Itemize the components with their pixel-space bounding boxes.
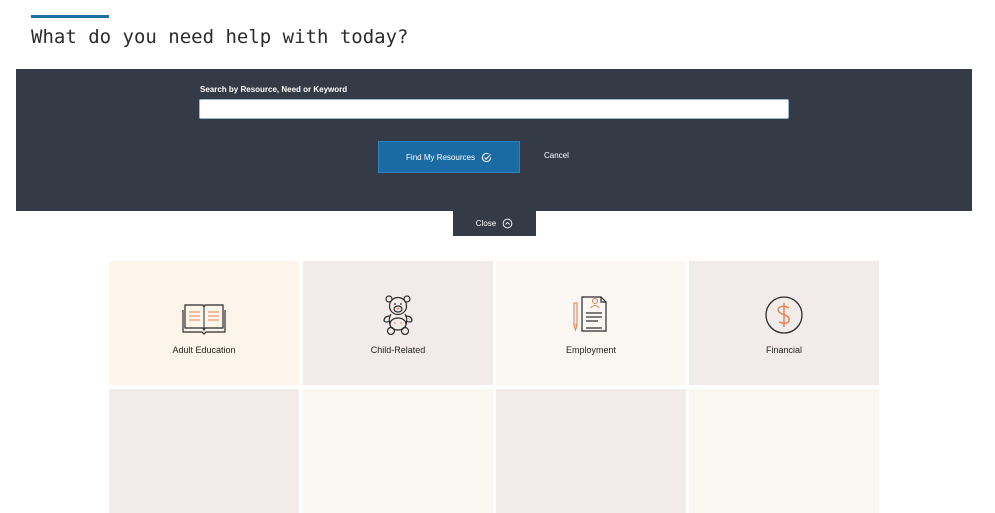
search-label: Search by Resource, Need or Keyword xyxy=(200,85,348,94)
chevron-up-circle-icon xyxy=(502,218,513,229)
search-input[interactable] xyxy=(199,99,789,119)
dollar-coin-icon xyxy=(765,296,803,334)
category-tile-financial[interactable]: Financial xyxy=(689,261,879,385)
category-label: Financial xyxy=(765,345,803,355)
book-icon xyxy=(182,304,226,335)
page-heading: What do you need help with today? xyxy=(31,26,409,48)
category-tile[interactable] xyxy=(689,389,879,513)
find-button-label: Find My Resources xyxy=(406,152,475,162)
category-tile-adult-education[interactable]: Adult Education xyxy=(109,261,299,385)
teddy-bear-icon xyxy=(383,295,413,335)
category-label: Adult Education xyxy=(172,345,236,355)
close-label: Close xyxy=(475,219,497,228)
category-tile-child-related[interactable]: Child-Related xyxy=(303,261,493,385)
check-circle-icon xyxy=(481,152,492,162)
search-panel: Search by Resource, Need or Keyword Find… xyxy=(16,69,972,211)
cancel-button[interactable]: Cancel xyxy=(544,151,569,160)
close-panel-button[interactable]: Close xyxy=(453,211,536,236)
category-label: Employment xyxy=(565,345,617,355)
category-label: Child-Related xyxy=(370,345,426,355)
category-tile[interactable] xyxy=(109,389,299,513)
find-my-resources-button[interactable]: Find My Resources xyxy=(378,141,520,173)
category-tile[interactable] xyxy=(303,389,493,513)
heading-accent-bar xyxy=(31,15,109,18)
resume-pencil-icon xyxy=(573,296,607,332)
category-tile-employment[interactable]: Employment xyxy=(496,261,686,385)
category-grid: Adult Education Child-Related Employment… xyxy=(109,261,879,513)
category-tile[interactable] xyxy=(496,389,686,513)
